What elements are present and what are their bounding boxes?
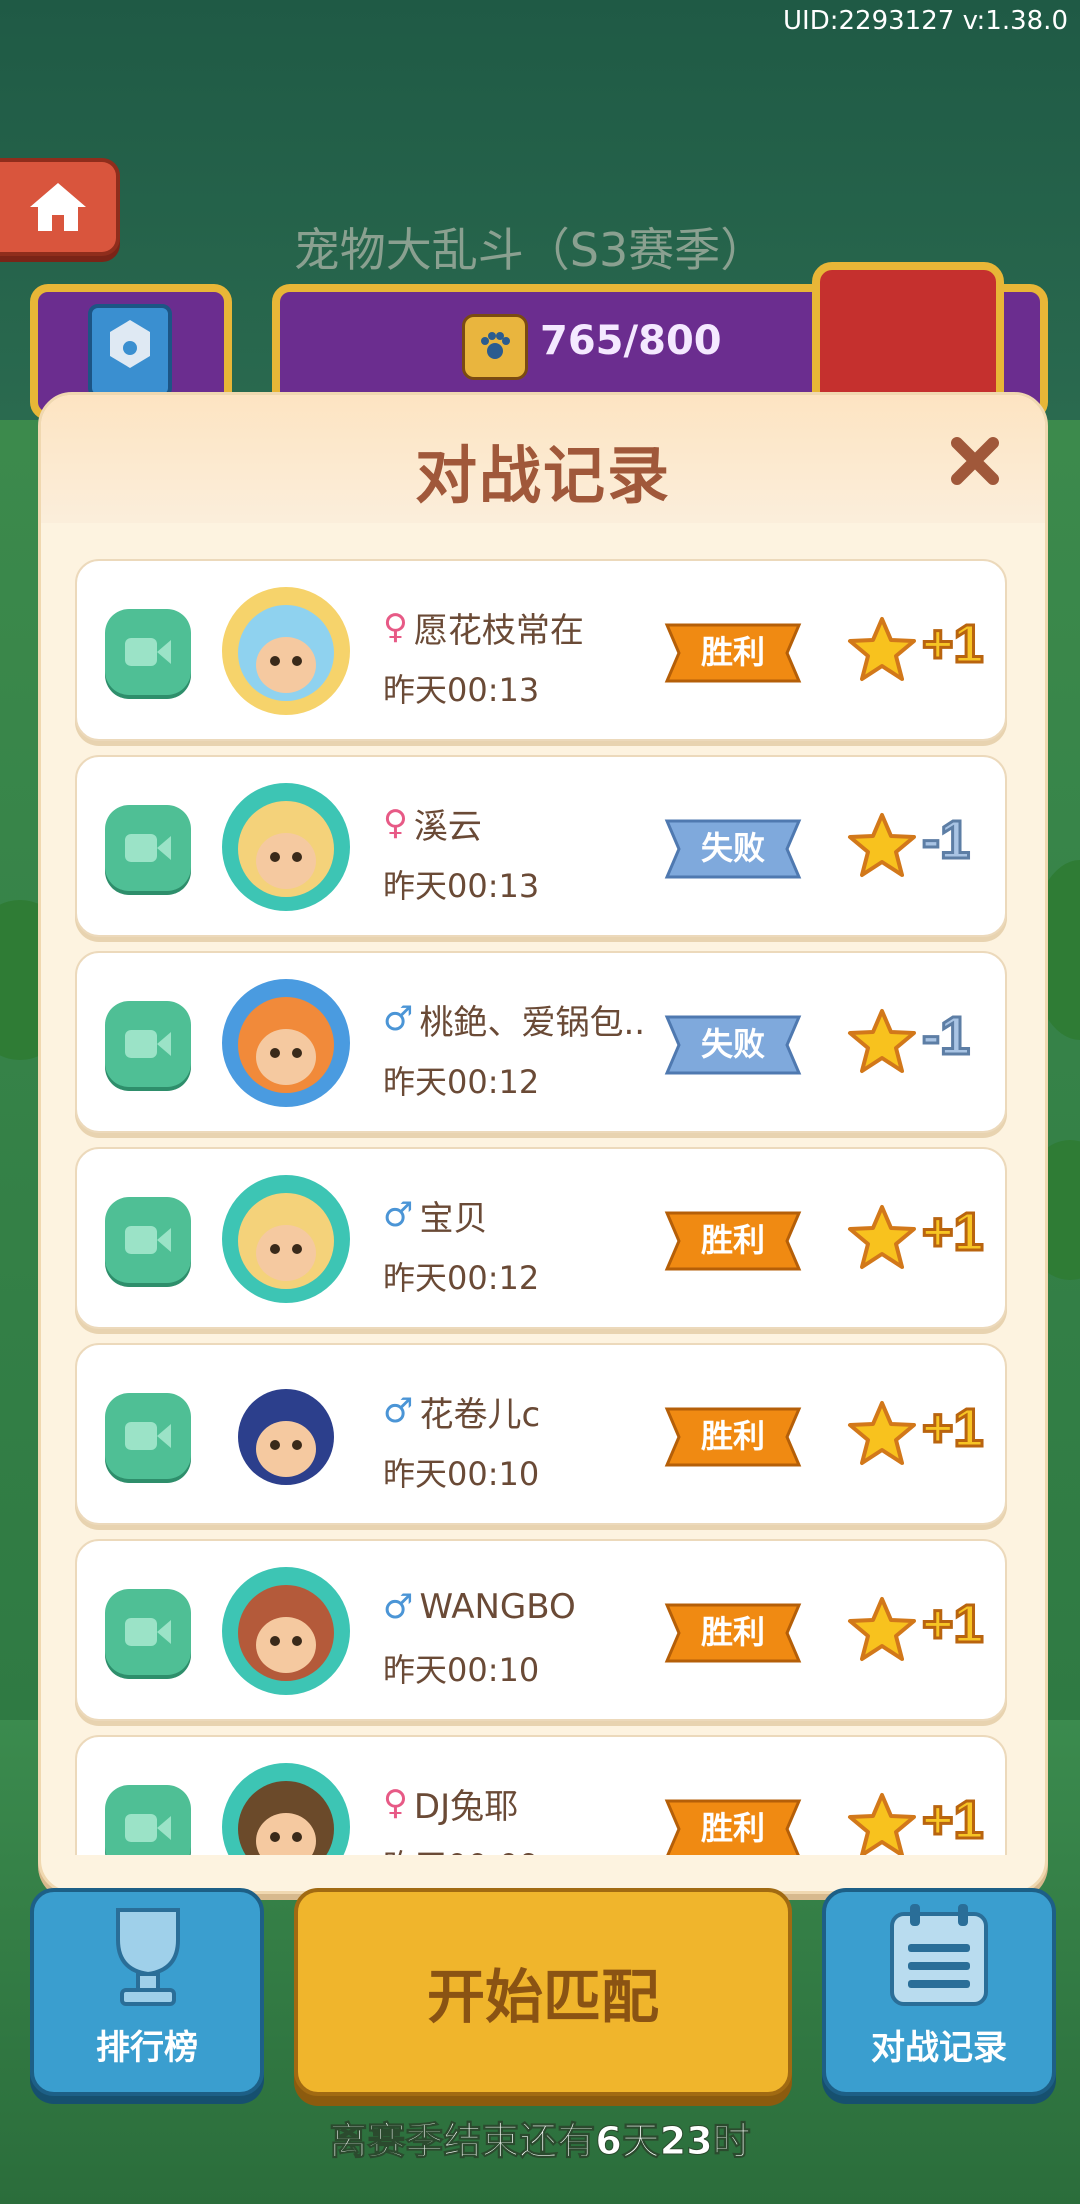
result-badge: 胜利 — [663, 1207, 803, 1271]
male-icon: ♂ — [383, 1391, 414, 1431]
battle-record-row: ♂ WANGBO 昨天00:10 胜利 +1 — [75, 1539, 1007, 1721]
player-name: DJ兔耶 — [413, 1786, 519, 1827]
battle-record-list[interactable]: ♀ 愿花枝常在 昨天00:13 胜利 +1 ♀ 溪云 昨天00:13 失败 -1… — [75, 559, 1007, 1855]
player-avatar[interactable] — [211, 1553, 361, 1703]
start-match-button[interactable]: 开始匹配 — [294, 1888, 792, 2096]
battle-time: 昨天00:13 — [383, 671, 540, 709]
star-delta: -1 — [920, 1005, 971, 1068]
battle-record-row: ♀ 溪云 昨天00:13 失败 -1 — [75, 755, 1007, 937]
battle-time: 昨天00:10 — [383, 1651, 540, 1689]
player-avatar[interactable] — [211, 1749, 361, 1855]
star-icon — [848, 1793, 916, 1855]
replay-video-button[interactable] — [105, 805, 191, 891]
result-label: 胜利 — [700, 1417, 765, 1455]
player-name: 愿花枝常在 — [413, 610, 584, 651]
replay-video-button[interactable] — [105, 1785, 191, 1855]
calendar-icon — [890, 1904, 988, 2006]
result-badge: 胜利 — [663, 1795, 803, 1855]
star-delta: +1 — [921, 1789, 986, 1852]
battle-record-row: ♀ DJ兔耶 昨天00:09 胜利 +1 — [75, 1735, 1007, 1855]
video-camera-icon — [125, 834, 171, 862]
player-name: 溪云 — [413, 806, 482, 847]
player-avatar[interactable] — [211, 1357, 361, 1507]
battle-time: 昨天00:10 — [383, 1455, 540, 1493]
player-avatar[interactable] — [211, 573, 361, 723]
result-badge: 胜利 — [663, 1403, 803, 1467]
battle-time: 昨天00:12 — [383, 1063, 540, 1101]
battle-record-row: ♂ 桃銫、爱锅包.. 昨天00:12 失败 -1 — [75, 951, 1007, 1133]
player-name: 花卷儿c — [419, 1394, 541, 1435]
result-label: 胜利 — [700, 1613, 765, 1651]
leaderboard-label: 排行榜 — [96, 2028, 198, 2068]
star-delta: -1 — [920, 809, 971, 872]
season-remaining-text: 离赛季结束还有6天23时 — [329, 2119, 751, 2164]
result-badge: 失败 — [663, 815, 803, 879]
star-icon — [848, 1401, 916, 1465]
video-camera-icon — [125, 638, 171, 666]
leaderboard-button[interactable]: 排行榜 — [30, 1888, 264, 2096]
replay-video-button[interactable] — [105, 609, 191, 695]
male-icon: ♂ — [383, 999, 414, 1039]
star-delta: +1 — [921, 613, 986, 676]
player-avatar[interactable] — [211, 965, 361, 1115]
result-label: 失败 — [700, 1025, 765, 1063]
video-camera-icon — [125, 1226, 171, 1254]
result-label: 胜利 — [700, 1809, 765, 1847]
star-icon — [848, 617, 916, 681]
battle-record-button[interactable]: 对战记录 — [822, 1888, 1056, 2096]
star-delta: +1 — [921, 1593, 986, 1656]
video-camera-icon — [125, 1814, 171, 1842]
uid-version-label: UID:2293127 v:1.38.0 — [783, 6, 1068, 36]
trophy-icon — [116, 1908, 180, 2006]
star-icon — [848, 813, 916, 877]
paw-book-icon — [88, 304, 172, 398]
replay-video-button[interactable] — [105, 1001, 191, 1087]
battle-time: 昨天00:13 — [383, 867, 540, 905]
paw-badge-icon — [462, 314, 528, 380]
star-delta: +1 — [921, 1201, 986, 1264]
player-avatar[interactable] — [211, 1161, 361, 1311]
battle-record-label: 对战记录 — [871, 2028, 1007, 2068]
result-badge: 胜利 — [663, 619, 803, 683]
male-icon: ♂ — [383, 1587, 414, 1627]
result-label: 失败 — [700, 829, 765, 867]
player-name: WANGBO — [419, 1587, 576, 1627]
battle-time: 昨天00:12 — [383, 1259, 540, 1297]
season-title: 宠物大乱斗（S3赛季） — [293, 223, 767, 277]
star-icon — [848, 1205, 916, 1269]
result-label: 胜利 — [700, 633, 765, 671]
treasure-chest-icon[interactable] — [812, 262, 1004, 412]
close-button[interactable] — [945, 431, 1005, 491]
replay-video-button[interactable] — [105, 1589, 191, 1675]
replay-video-button[interactable] — [105, 1393, 191, 1479]
result-label: 胜利 — [700, 1221, 765, 1259]
player-name: 桃銫、爱锅包.. — [419, 1002, 646, 1043]
season-progress-value: 765/800 — [540, 318, 722, 364]
dialog-title: 对战记录 — [414, 439, 671, 512]
female-icon: ♀ — [383, 1783, 408, 1823]
video-camera-icon — [125, 1030, 171, 1058]
close-icon — [951, 437, 999, 485]
result-badge: 失败 — [663, 1011, 803, 1075]
male-icon: ♂ — [383, 1195, 414, 1235]
battle-time: 昨天00:09 — [383, 1841, 539, 1855]
battle-record-dialog: 对战记录 ♀ 愿花枝常在 昨天00:13 胜利 +1 ♀ 溪云 昨天00:13 … — [38, 392, 1048, 1894]
battle-record-row: ♂ 宝贝 昨天00:12 胜利 +1 — [75, 1147, 1007, 1329]
star-delta: +1 — [921, 1397, 986, 1460]
replay-video-button[interactable] — [105, 1197, 191, 1283]
female-icon: ♀ — [383, 607, 408, 647]
player-avatar[interactable] — [211, 769, 361, 919]
battle-record-row: ♂ 花卷儿c 昨天00:10 胜利 +1 — [75, 1343, 1007, 1525]
video-camera-icon — [125, 1618, 171, 1646]
female-icon: ♀ — [383, 803, 408, 843]
player-name: 宝贝 — [419, 1198, 488, 1239]
start-match-label: 开始匹配 — [426, 1963, 659, 2031]
result-badge: 胜利 — [663, 1599, 803, 1663]
battle-record-row: ♀ 愿花枝常在 昨天00:13 胜利 +1 — [75, 559, 1007, 741]
star-icon — [848, 1597, 916, 1661]
video-camera-icon — [125, 1422, 171, 1450]
star-icon — [848, 1009, 916, 1073]
